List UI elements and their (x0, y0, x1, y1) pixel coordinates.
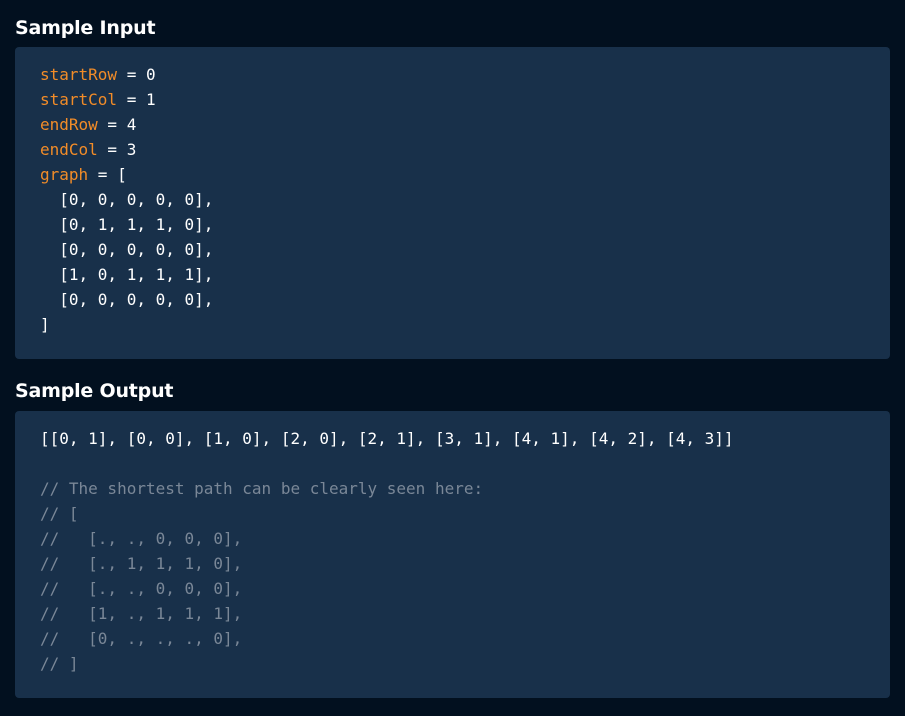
graph-row: [1, 0, 1, 1, 1], (40, 265, 214, 284)
variable-name: graph (40, 165, 89, 184)
graph-row: [0, 0, 0, 0, 0], (40, 240, 214, 259)
variable-value: 4 (126, 115, 137, 134)
input-line-end-row: endRow = 4 (40, 112, 865, 137)
variable-value: 3 (126, 140, 137, 159)
sample-output-code-block[interactable]: [[0, 1], [0, 0], [1, 0], [2, 0], [2, 1],… (15, 411, 890, 698)
input-line-end-col: endCol = 3 (40, 137, 865, 162)
input-line-graph: graph = [ (40, 162, 865, 187)
graph-row: [0, 0, 0, 0, 0], (40, 190, 214, 209)
graph-close-bracket: ] (40, 315, 50, 334)
comment-line: // The shortest path can be clearly seen… (40, 479, 484, 498)
comment-line: // [1, ., 1, 1, 1], (40, 604, 243, 623)
comment-line: // [0, ., ., ., 0], (40, 629, 243, 648)
comment-line: // [ (40, 504, 79, 523)
assignment-operator: = (97, 140, 127, 159)
assignment-operator: = (97, 115, 127, 134)
assignment-operator: = (117, 90, 146, 109)
variable-name: endCol (40, 140, 98, 159)
sample-output-title: Sample Output (15, 380, 174, 402)
variable-name: endRow (40, 115, 98, 134)
input-line-start-row: startRow = 0 (40, 62, 865, 87)
variable-value: 0 (145, 65, 156, 84)
variable-name: startRow (40, 65, 118, 84)
graph-row: [0, 0, 0, 0, 0], (40, 290, 214, 309)
comment-line: // [., 1, 1, 1, 0], (40, 554, 243, 573)
graph-row: [0, 1, 1, 1, 0], (40, 215, 214, 234)
comment-line: // [., ., 0, 0, 0], (40, 529, 243, 548)
sample-input-title: Sample Input (15, 17, 156, 39)
output-result: [[0, 1], [0, 0], [1, 0], [2, 0], [2, 1],… (40, 429, 734, 448)
input-line-start-col: startCol = 1 (40, 87, 865, 112)
comment-line: // [., ., 0, 0, 0], (40, 579, 243, 598)
variable-value: 1 (145, 90, 156, 109)
variable-name: startCol (40, 90, 118, 109)
assignment-operator: = (117, 65, 146, 84)
assignment-operator: = [ (88, 165, 127, 184)
comment-line: // ] (40, 654, 79, 673)
sample-input-code-block[interactable]: startRow = 0 startCol = 1 endRow = 4 end… (15, 47, 890, 359)
